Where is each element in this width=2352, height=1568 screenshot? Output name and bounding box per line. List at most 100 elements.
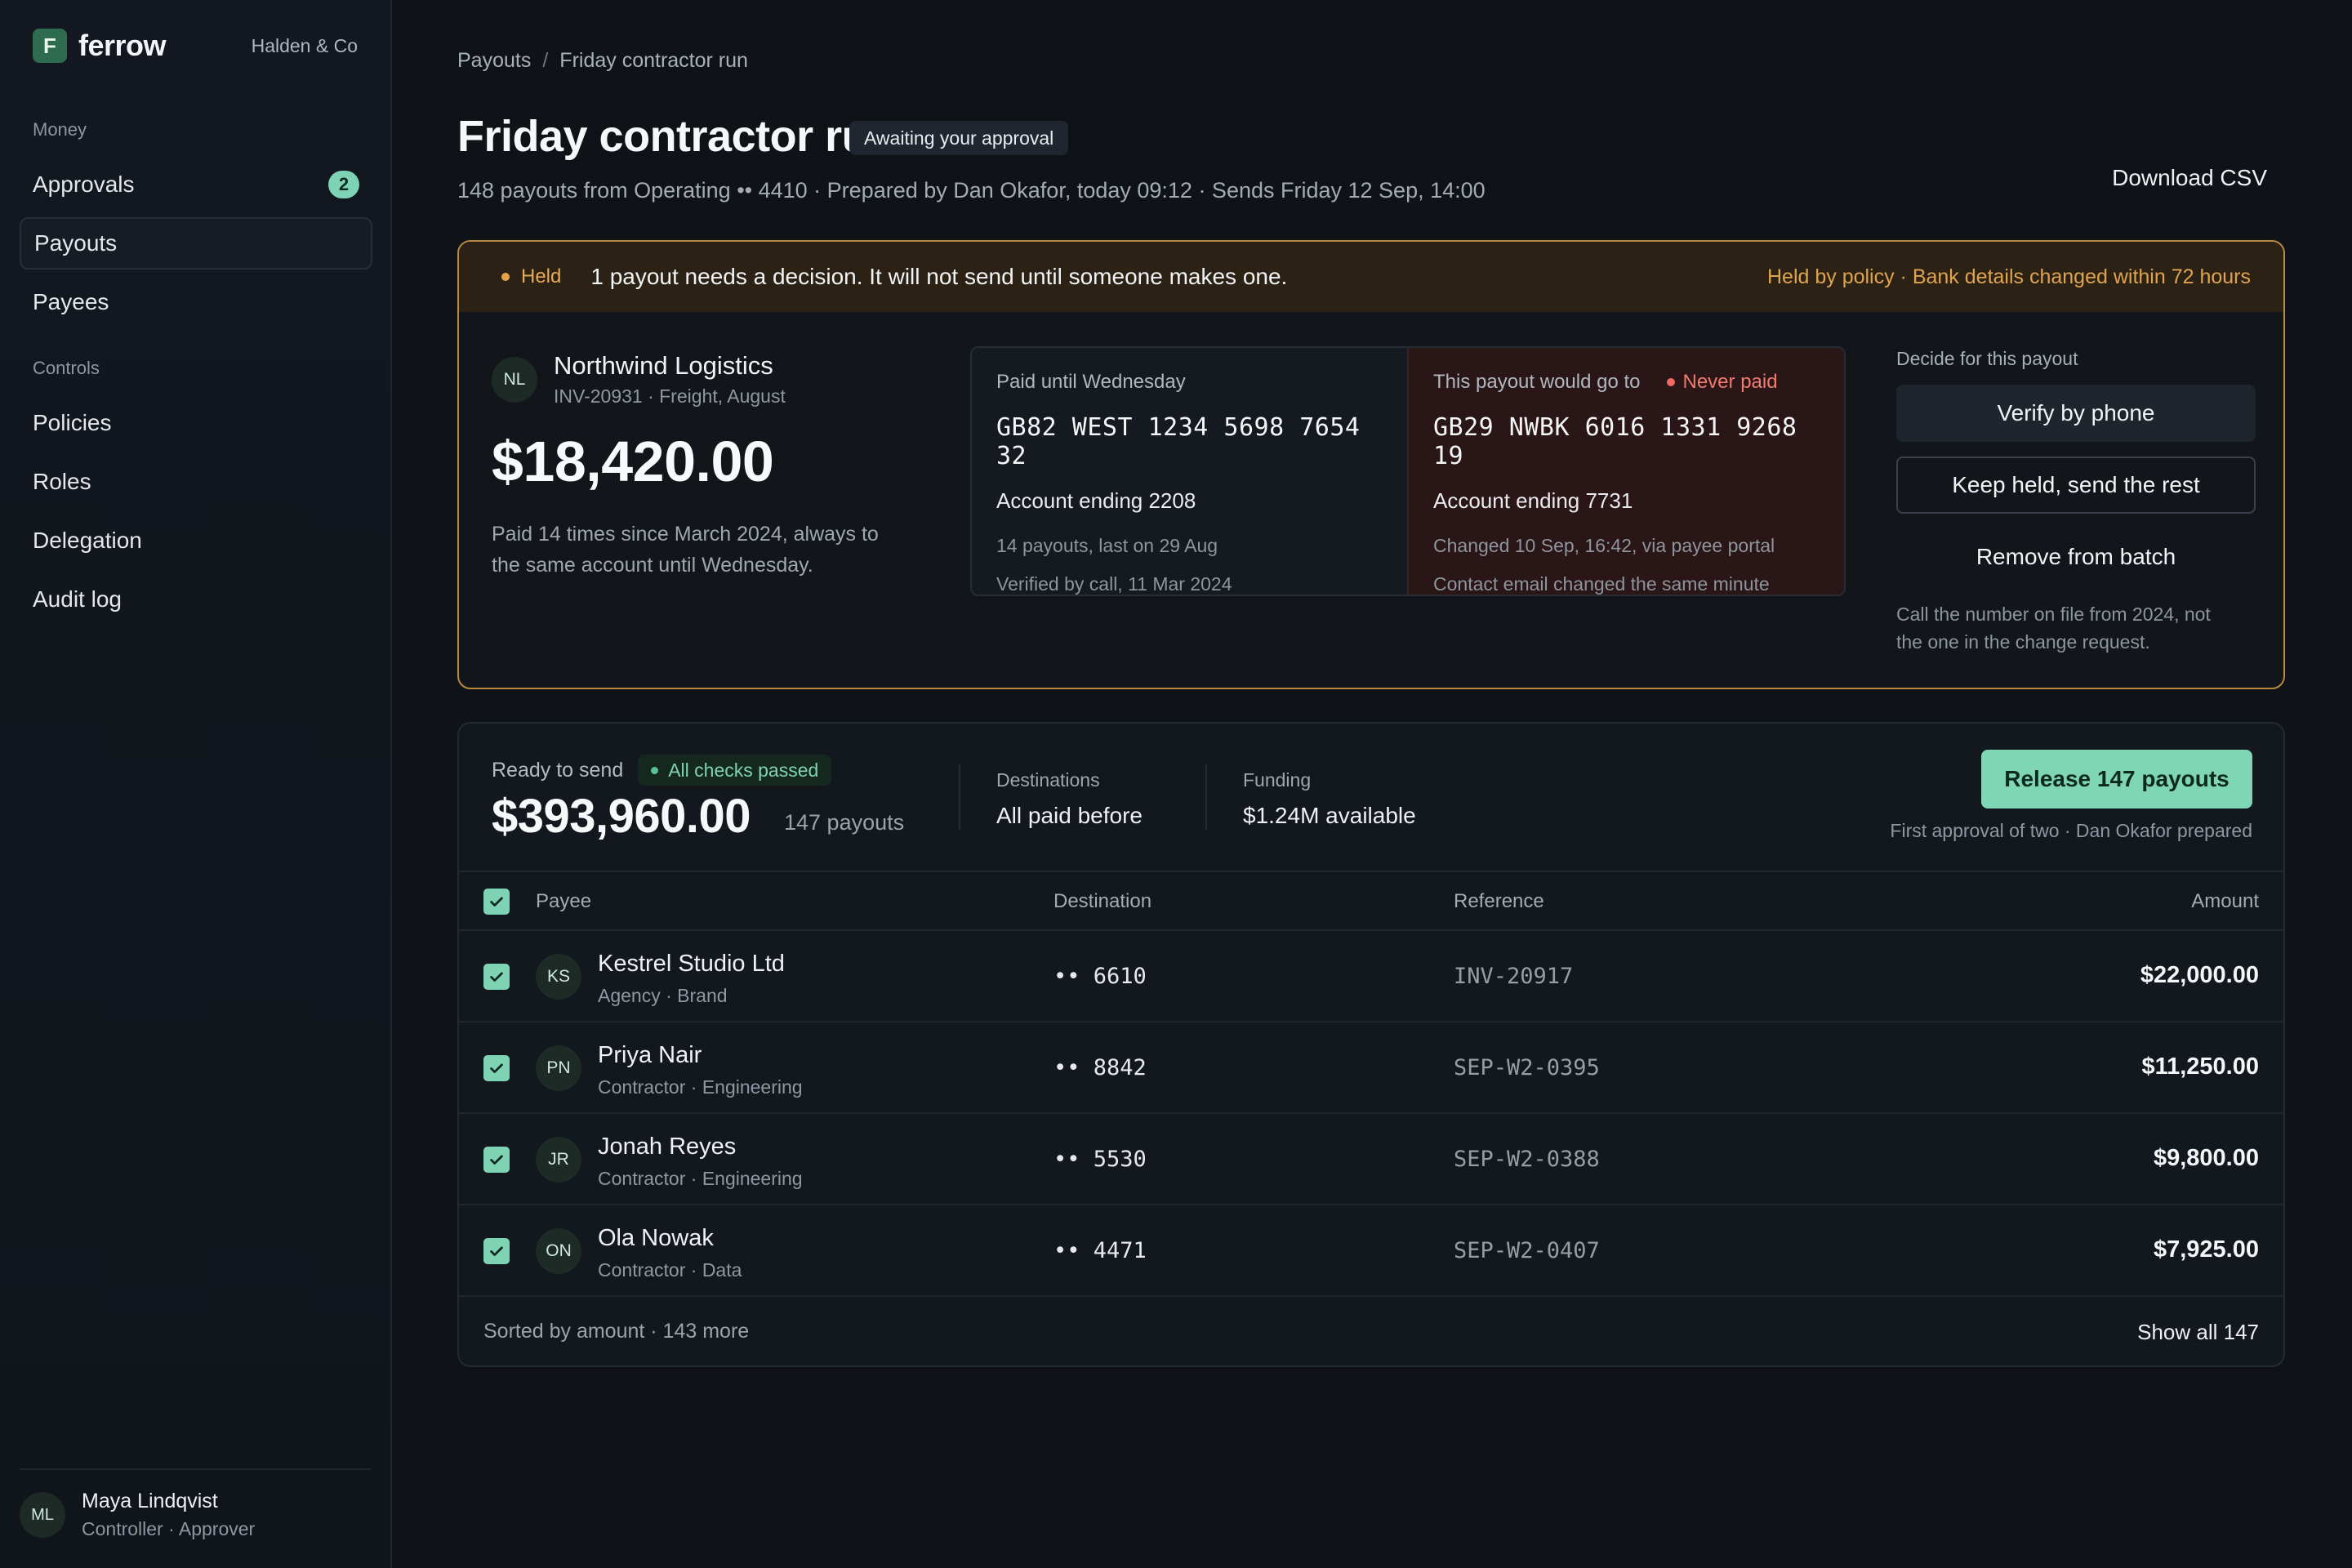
table-footer: Sorted by amount · 143 more Show all 147 bbox=[459, 1297, 2283, 1365]
decision-label: Decide for this payout bbox=[1896, 348, 2078, 369]
sidebar-item-label: Delegation bbox=[33, 528, 142, 553]
stat-divider bbox=[1205, 764, 1207, 830]
page-subtitle: 148 payouts from Operating •• 4410 · Pre… bbox=[457, 178, 1486, 203]
row-reference: SEP-W2-0407 bbox=[1454, 1238, 1600, 1263]
previous-account: Paid until Wednesday GB82 WEST 1234 5698… bbox=[972, 348, 1407, 595]
breadcrumb-current: Friday contractor run bbox=[559, 49, 748, 72]
new-account-ending: Account ending 7731 bbox=[1433, 488, 1633, 513]
decision-note-line: the one in the change request. bbox=[1896, 631, 2150, 653]
decision-note-line: Call the number on file from 2024, not bbox=[1896, 604, 2211, 625]
new-iban: GB29 NWBK 6016 1331 9268 19 bbox=[1433, 413, 1797, 470]
payee-note-line: Paid 14 times since March 2024, always t… bbox=[492, 523, 879, 546]
new-account-label-text: This payout would go to bbox=[1433, 371, 1641, 393]
breadcrumb-payouts-link[interactable]: Payouts bbox=[457, 49, 531, 72]
row-destination: •• 6610 bbox=[1054, 964, 1147, 989]
user-profile[interactable]: ML Maya Lindqvist Controller · Approver bbox=[20, 1468, 371, 1540]
row-payee-name: Jonah Reyes bbox=[598, 1134, 737, 1160]
payee-name[interactable]: Northwind Logistics bbox=[554, 351, 786, 381]
table-row[interactable]: ON Ola Nowak Contractor · Data •• 4471 S… bbox=[459, 1205, 2283, 1297]
checkmark-icon bbox=[490, 1155, 503, 1165]
previous-iban: GB82 WEST 1234 5698 7654 32 bbox=[996, 413, 1361, 470]
table-sort-summary: Sorted by amount · 143 more bbox=[483, 1320, 750, 1343]
destinations-stat: Destinations All paid before bbox=[996, 769, 1143, 829]
stat-value: All paid before bbox=[996, 803, 1143, 828]
keep-held-button[interactable]: Keep held, send the rest bbox=[1896, 457, 2256, 514]
checkmark-icon bbox=[490, 1246, 503, 1256]
remove-from-batch-button[interactable]: Remove from batch bbox=[1896, 528, 2256, 586]
row-checkbox[interactable] bbox=[483, 964, 510, 990]
sidebar-item-policies[interactable]: Policies bbox=[20, 397, 372, 449]
org-switcher[interactable]: Halden & Co bbox=[252, 35, 358, 57]
select-all-checkbox[interactable] bbox=[483, 889, 510, 915]
ready-payout-count: 147 payouts bbox=[784, 810, 905, 835]
sidebar-item-label: Roles bbox=[33, 469, 91, 494]
column-reference[interactable]: Reference bbox=[1454, 890, 1544, 913]
held-status-dot-icon bbox=[501, 273, 510, 281]
funding-stat: Funding $1.24M available bbox=[1243, 769, 1416, 829]
ready-label: Ready to send All checks passed bbox=[492, 755, 832, 786]
held-amount: $18,420.00 bbox=[492, 430, 774, 493]
row-checkbox[interactable] bbox=[483, 1147, 510, 1173]
sidebar-item-payees[interactable]: Payees bbox=[20, 276, 372, 328]
decision-note: Call the number on file from 2024, not t… bbox=[1896, 600, 2256, 656]
row-payee-sub: Agency · Brand bbox=[598, 985, 728, 1006]
row-checkbox[interactable] bbox=[483, 1055, 510, 1081]
row-payee-sub: Contractor · Engineering bbox=[598, 1168, 803, 1189]
sidebar-item-label: Policies bbox=[33, 410, 112, 435]
decision-panel: Decide for this payout Verify by phone K… bbox=[1896, 348, 2256, 656]
row-payee-sub: Contractor · Data bbox=[598, 1259, 742, 1281]
row-amount: $7,925.00 bbox=[2153, 1236, 2259, 1263]
approvals-count-badge: 2 bbox=[328, 171, 359, 198]
held-reason: Held by policy · Bank details changed wi… bbox=[1766, 265, 2251, 288]
column-amount[interactable]: Amount bbox=[2191, 890, 2259, 913]
checkmark-icon bbox=[490, 1063, 503, 1073]
new-account-label: This payout would go to Never paid bbox=[1433, 371, 1820, 394]
sidebar-item-delegation[interactable]: Delegation bbox=[20, 514, 372, 567]
sidebar-item-roles[interactable]: Roles bbox=[20, 456, 372, 508]
sidebar-item-approvals[interactable]: Approvals 2 bbox=[20, 158, 372, 211]
ready-total-amount: $393,960.00 bbox=[492, 790, 751, 843]
nav-section-controls: Controls bbox=[33, 358, 100, 378]
verify-by-phone-button[interactable]: Verify by phone bbox=[1896, 385, 2256, 442]
previous-account-history: 14 payouts, last on 29 Aug bbox=[996, 535, 1218, 556]
sidebar-item-payouts[interactable]: Payouts bbox=[20, 217, 372, 270]
row-payee-name: Kestrel Studio Ltd bbox=[598, 951, 785, 977]
column-payee[interactable]: Payee bbox=[536, 890, 591, 913]
release-approval-note: First approval of two · Dan Okafor prepa… bbox=[1890, 820, 2252, 841]
sidebar-item-label: Audit log bbox=[33, 586, 122, 612]
checkmark-icon bbox=[490, 897, 503, 906]
avatar: NL bbox=[492, 356, 537, 403]
row-payee-name: Ola Nowak bbox=[598, 1225, 714, 1251]
avatar: JR bbox=[536, 1137, 581, 1183]
page-title: Friday contractor run bbox=[457, 112, 895, 161]
row-reference: INV-20917 bbox=[1454, 964, 1574, 989]
brand-name: ferrow bbox=[78, 29, 167, 62]
payee-invoice: INV-20931 · Freight, August bbox=[554, 385, 786, 407]
column-destination[interactable]: Destination bbox=[1054, 890, 1152, 913]
download-csv-button[interactable]: Download CSV bbox=[2112, 165, 2267, 191]
held-tag: Held bbox=[521, 265, 562, 287]
checks-badge: All checks passed bbox=[638, 755, 832, 786]
table-row[interactable]: JR Jonah Reyes Contractor · Engineering … bbox=[459, 1114, 2283, 1205]
sidebar-item-audit-log[interactable]: Audit log bbox=[20, 573, 372, 626]
user-name: Maya Lindqvist bbox=[82, 1490, 218, 1512]
app-window: F ferrow Halden & Co Money Approvals 2 P… bbox=[0, 0, 2352, 1568]
avatar: PN bbox=[536, 1045, 581, 1091]
new-account: This payout would go to Never paid GB29 … bbox=[1407, 348, 1844, 595]
sidebar-item-label: Approvals bbox=[33, 172, 135, 197]
release-payouts-button[interactable]: Release 147 payouts bbox=[1981, 750, 2252, 808]
row-destination: •• 5530 bbox=[1054, 1147, 1147, 1172]
show-all-button[interactable]: Show all 147 bbox=[2137, 1320, 2259, 1345]
stat-divider bbox=[959, 764, 960, 830]
table-row[interactable]: PN Priya Nair Contractor · Engineering •… bbox=[459, 1022, 2283, 1114]
avatar: ON bbox=[536, 1228, 581, 1274]
row-amount: $9,800.00 bbox=[2153, 1145, 2259, 1171]
row-checkbox[interactable] bbox=[483, 1238, 510, 1264]
stat-label: Destinations bbox=[996, 769, 1100, 791]
ready-label-text: Ready to send bbox=[492, 758, 624, 782]
table-row[interactable]: KS Kestrel Studio Ltd Agency · Brand •• … bbox=[459, 931, 2283, 1022]
success-dot-icon bbox=[651, 766, 659, 774]
row-payee-name: Priya Nair bbox=[598, 1042, 702, 1068]
previous-account-ending: Account ending 2208 bbox=[996, 488, 1196, 513]
never-paid-flag: Never paid bbox=[1682, 371, 1778, 393]
